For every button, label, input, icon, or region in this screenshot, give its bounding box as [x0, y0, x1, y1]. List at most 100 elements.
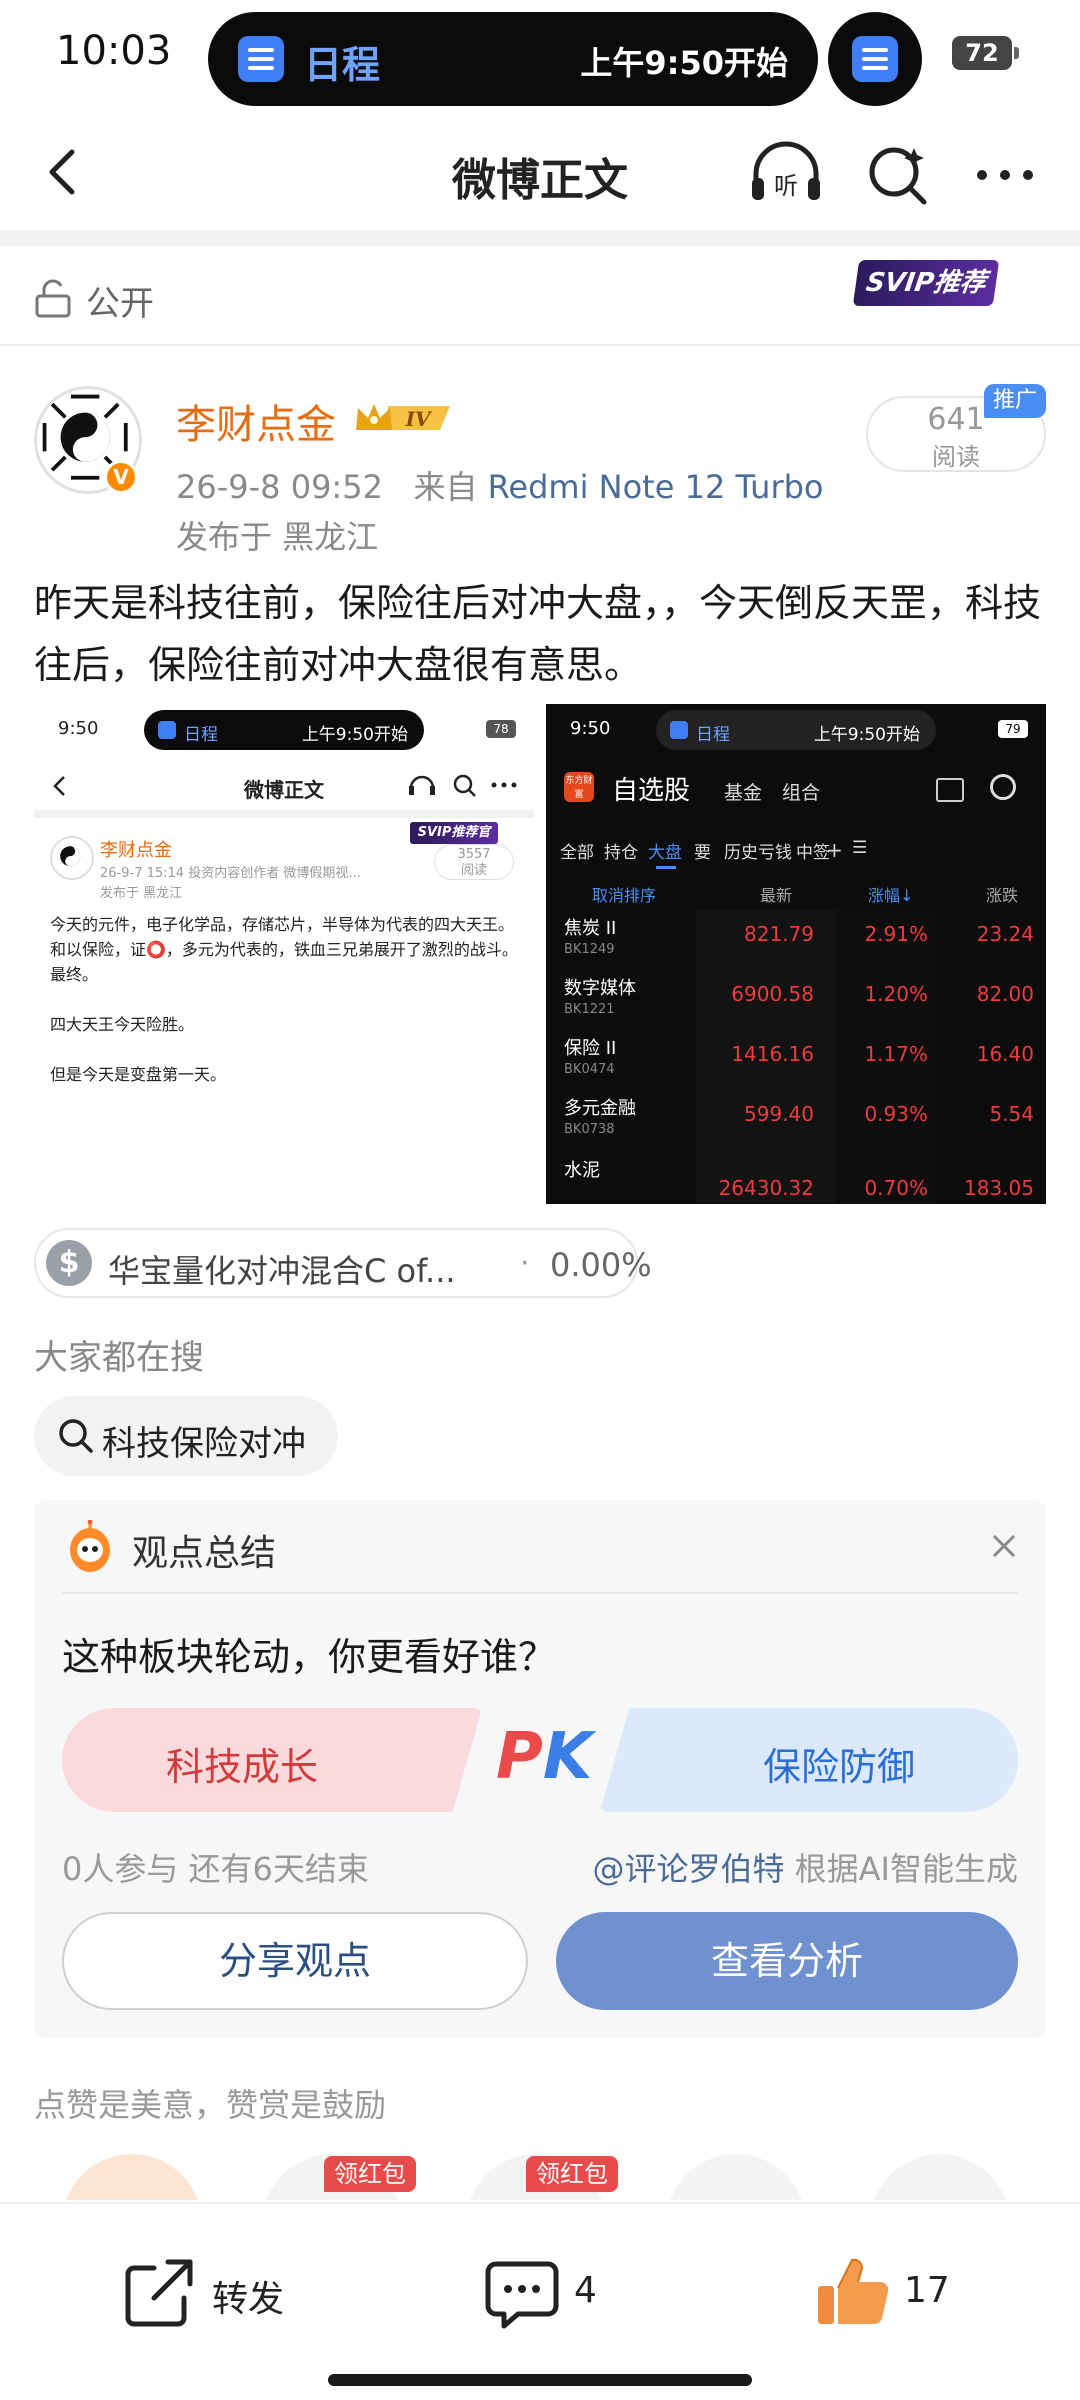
tip-title: 点赞是美意，赞赏是鼓励: [34, 2086, 387, 2124]
close-icon[interactable]: [984, 1526, 1024, 1566]
mini-author: 李财点金: [100, 840, 172, 861]
stock-tab: 中签: [796, 843, 830, 863]
reward-option[interactable]: [62, 2154, 202, 2200]
search-icon: [453, 774, 476, 797]
share-icon: [125, 2259, 193, 2327]
calendar-icon: [238, 36, 284, 82]
mini-line: [50, 987, 520, 1012]
stock-code: BK0738: [564, 1122, 615, 1137]
mini-avatar: [50, 836, 94, 880]
post-image-right[interactable]: 9:50 日程 上午9:50开始 79 东方财富 自选股 基金 组合 全部 持仓…: [546, 704, 1046, 1204]
stock-pct: 1.17%: [864, 1042, 928, 1066]
calendar-icon: [852, 36, 898, 82]
search-icon: [990, 774, 1016, 800]
post-image-left[interactable]: 9:50 日程 上午9:50开始 78 微博正文 SVIP推荐官 李财点金 26…: [34, 704, 534, 1204]
svg-text:听: 听: [774, 172, 798, 200]
dynamic-island[interactable]: 日程 上午9:50开始: [208, 12, 818, 106]
stock-pct: 0.93%: [864, 1102, 928, 1126]
source-device[interactable]: Redmi Note 12 Turbo: [488, 468, 824, 506]
bottom-action-bar: 转发 4 17: [0, 2202, 1080, 2400]
share-opinion-button[interactable]: 分享观点: [62, 1912, 528, 2010]
stock-pct: 2.91%: [864, 922, 928, 946]
stock-change: 5.54: [989, 1102, 1034, 1126]
comment-button[interactable]: 4: [482, 2252, 622, 2332]
status-bar: 10:03 日程 上午9:50开始 72: [0, 0, 1080, 112]
stock-name: 数字媒体: [564, 978, 636, 999]
island-event-time: 上午9:50开始: [580, 44, 788, 82]
listen-icon: [409, 775, 435, 795]
stock-tab-portfolio: 组合: [782, 782, 821, 804]
promo-tag: 推广: [984, 384, 1046, 418]
post-location: 发布于 黑龙江: [176, 518, 379, 556]
stock-tab: 历史亏钱: [724, 843, 792, 863]
stock-tabs: 全部 持仓 大盘 要 历史亏钱 中签 + ☰: [546, 826, 1046, 870]
stock-tab-active: 大盘: [648, 843, 682, 863]
mini-time: 9:50: [58, 718, 99, 739]
opinion-summary-card: 观点总结 这种板块轮动，你更看好谁？ 科技成长 PK 保险防御 0人参与 还有6…: [34, 1500, 1046, 2038]
like-button[interactable]: 17: [812, 2252, 962, 2332]
island-secondary[interactable]: [828, 12, 922, 106]
mini-location: 发布于 黑龙江: [100, 886, 183, 901]
fund-chip[interactable]: $ 华宝量化对冲混合C of... · 0.00%: [34, 1228, 652, 1298]
stock-pct: 1.20%: [864, 982, 928, 1006]
stock-price: 6900.58: [731, 982, 814, 1006]
mini-island-app: 日程: [184, 725, 218, 745]
stock-code: BK1221: [564, 1002, 615, 1017]
stock-row: 焦炭 II BK1249 821.79 2.91% 23.24: [546, 908, 1046, 972]
menu-icon: ☰: [852, 838, 868, 858]
mini-svip-badge: SVIP推荐官: [410, 822, 498, 844]
author-name[interactable]: 李财点金: [176, 392, 336, 450]
stock-name: 焦炭 II: [564, 918, 617, 939]
search-icon[interactable]: [864, 140, 934, 210]
stock-row: 保险 II BK0474 1416.16 1.17% 16.40: [546, 1028, 1046, 1092]
more-icon[interactable]: [970, 140, 1040, 210]
svip-badge[interactable]: SVIP推荐官: [852, 260, 1000, 344]
view-analysis-button[interactable]: 查看分析: [556, 1912, 1018, 2010]
credit-account[interactable]: @评论罗伯特: [592, 1850, 784, 1888]
col-rise: 涨幅↓: [868, 886, 914, 905]
mini-island: 日程 上午9:50开始: [656, 710, 936, 750]
section-divider: [0, 230, 1080, 246]
red-packet-tag[interactable]: 领红包: [526, 2156, 618, 2192]
red-packet-tag[interactable]: 领红包: [324, 2156, 416, 2192]
post-meta: 26-9-8 09:52 来自 Redmi Note 12 Turbo: [176, 462, 823, 508]
col-change: 涨跌: [986, 886, 1019, 905]
stock-tab: 持仓: [604, 843, 638, 863]
fund-rate: 0.00%: [550, 1246, 652, 1284]
vote-insurance-button[interactable]: 保险防御: [600, 1708, 1018, 1812]
mini-island-event: 上午9:50开始: [301, 725, 408, 745]
listen-icon[interactable]: 听: [748, 138, 824, 208]
cancel-sort: 取消排序: [592, 886, 657, 905]
mini-divider: [34, 810, 534, 818]
calendar-icon: [670, 721, 688, 739]
vote-stats: 0人参与 还有6天结束: [62, 1850, 369, 1888]
ai-credit: @评论罗伯特 根据AI智能生成: [592, 1844, 1018, 1890]
reward-option[interactable]: [666, 2154, 806, 2200]
opinion-question: 这种板块轮动，你更看好谁？: [62, 1635, 557, 1679]
mini-line: 和以保险，证⭕，多元为代表的，铁血三兄弟展开了激烈的战斗。: [50, 940, 518, 959]
mini-time: 9:50: [570, 718, 611, 739]
stock-column-header: 取消排序 最新 涨幅↓ 涨跌: [546, 874, 1046, 910]
stock-change: 16.40: [976, 1042, 1034, 1066]
dollar-icon: $: [46, 1240, 92, 1286]
mini-read-label: 阅读: [460, 863, 487, 878]
trending-search-chip[interactable]: 科技保险对冲: [34, 1396, 338, 1476]
yin-yang-icon: [60, 846, 81, 867]
nav-bar: 微博正文 听: [0, 112, 1080, 230]
stock-app-header: 东方财富 自选股 基金 组合: [546, 760, 1046, 820]
vote-tech-button[interactable]: 科技成长: [62, 1708, 482, 1812]
repost-button[interactable]: 转发: [120, 2252, 300, 2332]
visibility-row: 公开 SVIP推荐官: [0, 246, 1080, 346]
robot-mascot-icon: [70, 1520, 110, 1572]
stock-row: 水泥 26430.32 0.70% 183.05: [546, 1150, 1046, 1204]
stock-tab: 要: [694, 843, 711, 863]
stock-name: 保险 II: [564, 1038, 617, 1059]
read-label: 阅读: [932, 443, 980, 471]
crown-level-badge-icon[interactable]: IV: [352, 398, 456, 438]
mini-nav: 微博正文: [34, 760, 534, 810]
mini-battery: 79: [998, 720, 1028, 738]
vote-insurance-label: 保险防御: [762, 1745, 915, 1789]
search-icon: [59, 1419, 93, 1453]
reward-option[interactable]: [870, 2154, 1010, 2200]
home-indicator[interactable]: [328, 2374, 752, 2386]
